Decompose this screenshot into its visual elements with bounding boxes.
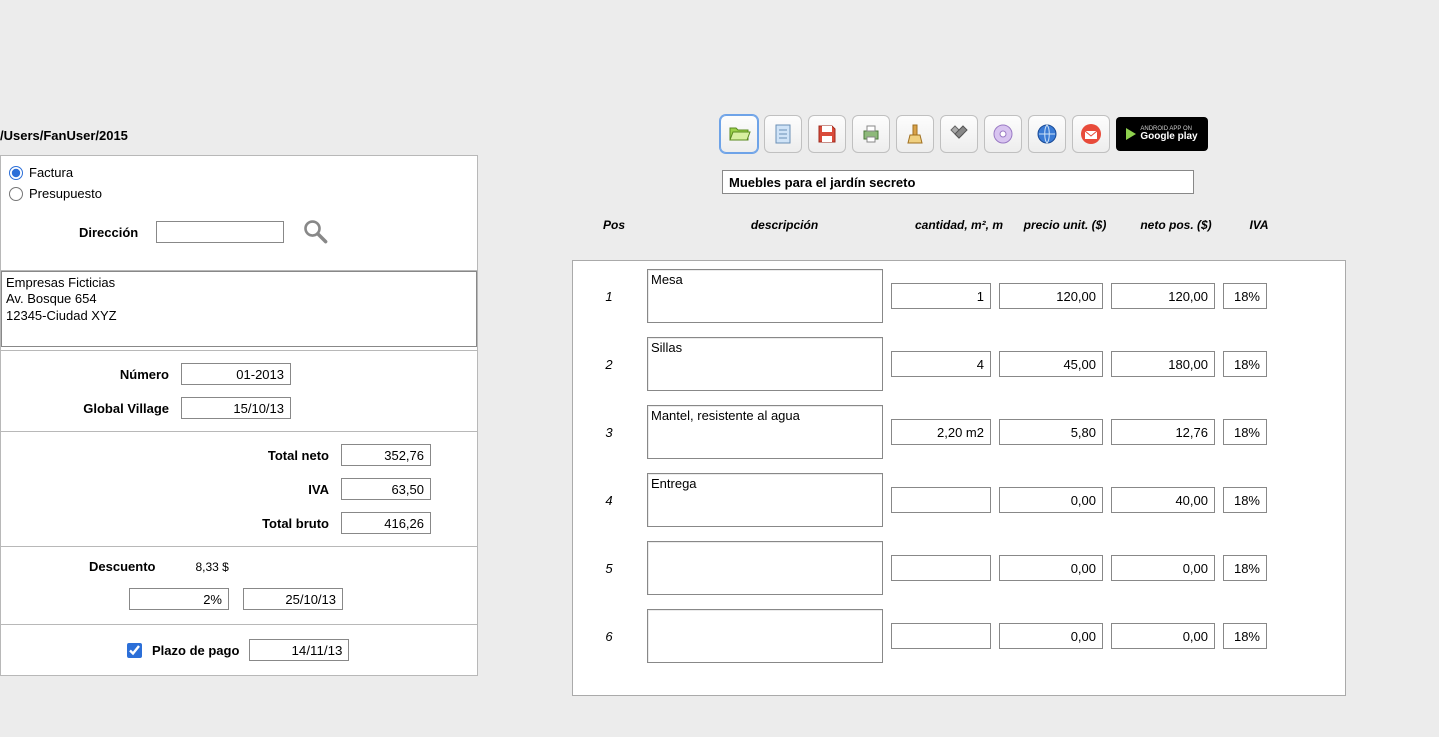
globe-icon[interactable] bbox=[1028, 115, 1066, 153]
plazo-date-input[interactable] bbox=[249, 639, 349, 661]
descuento-percent-input[interactable] bbox=[129, 588, 229, 610]
doc-type-section: Factura Presupuesto Dirección bbox=[1, 156, 477, 271]
open-folder-icon[interactable] bbox=[720, 115, 758, 153]
plazo-checkbox[interactable] bbox=[127, 643, 142, 658]
iva-label: IVA bbox=[9, 482, 329, 497]
toolbar: ANDROID APP ONGoogle play bbox=[720, 115, 1208, 153]
item-unit-price-input[interactable] bbox=[999, 351, 1103, 377]
presupuesto-radio[interactable] bbox=[9, 187, 23, 201]
file-path: /Users/FanUser/2015 bbox=[0, 128, 128, 143]
line-item-row: 3 Mantel, resistente al agua bbox=[579, 405, 1339, 459]
item-net-input[interactable] bbox=[1111, 555, 1215, 581]
line-item-row: 6 bbox=[579, 609, 1339, 663]
item-quantity-input[interactable] bbox=[891, 351, 991, 377]
item-pos: 4 bbox=[579, 493, 639, 508]
line-item-row: 4 Entrega bbox=[579, 473, 1339, 527]
google-play-badge[interactable]: ANDROID APP ONGoogle play bbox=[1116, 117, 1208, 151]
descuento-label: Descuento bbox=[89, 559, 155, 574]
item-quantity-input[interactable] bbox=[891, 555, 991, 581]
item-iva-input[interactable] bbox=[1223, 419, 1267, 445]
item-pos: 3 bbox=[579, 425, 639, 440]
column-headers: Pos descripción cantidad, m², m precio u… bbox=[574, 218, 1291, 232]
item-iva-input[interactable] bbox=[1223, 487, 1267, 513]
item-net-input[interactable] bbox=[1111, 623, 1215, 649]
numero-input[interactable] bbox=[181, 363, 291, 385]
item-pos: 1 bbox=[579, 289, 639, 304]
item-description-input[interactable] bbox=[647, 609, 883, 663]
total-neto-value: 352,76 bbox=[341, 444, 431, 466]
item-quantity-input[interactable] bbox=[891, 283, 991, 309]
total-bruto-label: Total bruto bbox=[9, 516, 329, 531]
item-net-input[interactable] bbox=[1111, 351, 1215, 377]
mail-icon[interactable] bbox=[1072, 115, 1110, 153]
item-net-input[interactable] bbox=[1111, 283, 1215, 309]
direccion-input[interactable] bbox=[156, 221, 284, 243]
factura-label: Factura bbox=[29, 165, 73, 180]
line-item-row: 2 Sillas bbox=[579, 337, 1339, 391]
item-pos: 5 bbox=[579, 561, 639, 576]
col-cant: cantidad, m², m bbox=[909, 218, 1009, 232]
iva-value: 63,50 bbox=[341, 478, 431, 500]
item-net-input[interactable] bbox=[1111, 487, 1215, 513]
item-quantity-input[interactable] bbox=[891, 487, 991, 513]
line-item-row: 5 bbox=[579, 541, 1339, 595]
item-unit-price-input[interactable] bbox=[999, 623, 1103, 649]
item-description-input[interactable] bbox=[647, 541, 883, 595]
item-pos: 2 bbox=[579, 357, 639, 372]
item-description-input[interactable]: Entrega bbox=[647, 473, 883, 527]
col-iva: IVA bbox=[1231, 218, 1291, 232]
invoice-title-input[interactable] bbox=[722, 170, 1194, 194]
item-iva-input[interactable] bbox=[1223, 283, 1267, 309]
line-item-row: 1 Mesa bbox=[579, 269, 1339, 323]
item-unit-price-input[interactable] bbox=[999, 283, 1103, 309]
clean-brush-icon[interactable] bbox=[896, 115, 934, 153]
plazo-label: Plazo de pago bbox=[152, 643, 239, 658]
col-pos: Pos bbox=[574, 218, 654, 232]
item-net-input[interactable] bbox=[1111, 419, 1215, 445]
line-items-container[interactable]: 1 Mesa 2 Sillas 3 Mantel, resistente al agua 4… bbox=[572, 260, 1346, 696]
item-quantity-input[interactable] bbox=[891, 623, 991, 649]
item-description-input[interactable]: Mesa bbox=[647, 269, 883, 323]
descuento-amount: 8,33 $ bbox=[195, 560, 228, 574]
item-iva-input[interactable] bbox=[1223, 555, 1267, 581]
search-icon[interactable] bbox=[302, 218, 330, 246]
numero-label: Número bbox=[9, 367, 169, 382]
item-description-input[interactable]: Mantel, resistente al agua bbox=[647, 405, 883, 459]
disc-icon[interactable] bbox=[984, 115, 1022, 153]
document-icon[interactable] bbox=[764, 115, 802, 153]
address-textarea[interactable]: Empresas Ficticias Av. Bosque 654 12345-… bbox=[1, 271, 477, 347]
invoice-form-panel: Factura Presupuesto Dirección Empresas F… bbox=[0, 155, 478, 676]
descuento-date-input[interactable] bbox=[243, 588, 343, 610]
date-input[interactable] bbox=[181, 397, 291, 419]
total-bruto-value: 416,26 bbox=[341, 512, 431, 534]
col-pu: precio unit. ($) bbox=[1009, 218, 1121, 232]
presupuesto-label: Presupuesto bbox=[29, 186, 102, 201]
item-unit-price-input[interactable] bbox=[999, 419, 1103, 445]
print-icon[interactable] bbox=[852, 115, 890, 153]
item-iva-input[interactable] bbox=[1223, 623, 1267, 649]
direccion-label: Dirección bbox=[79, 225, 138, 240]
item-unit-price-input[interactable] bbox=[999, 555, 1103, 581]
save-icon[interactable] bbox=[808, 115, 846, 153]
item-description-input[interactable]: Sillas bbox=[647, 337, 883, 391]
factura-radio[interactable] bbox=[9, 166, 23, 180]
item-quantity-input[interactable] bbox=[891, 419, 991, 445]
item-iva-input[interactable] bbox=[1223, 351, 1267, 377]
settings-icon[interactable] bbox=[940, 115, 978, 153]
item-unit-price-input[interactable] bbox=[999, 487, 1103, 513]
col-net: neto pos. ($) bbox=[1121, 218, 1231, 232]
total-neto-label: Total neto bbox=[9, 448, 329, 463]
location-label: Global Village bbox=[9, 401, 169, 416]
item-pos: 6 bbox=[579, 629, 639, 644]
col-desc: descripción bbox=[654, 218, 909, 232]
